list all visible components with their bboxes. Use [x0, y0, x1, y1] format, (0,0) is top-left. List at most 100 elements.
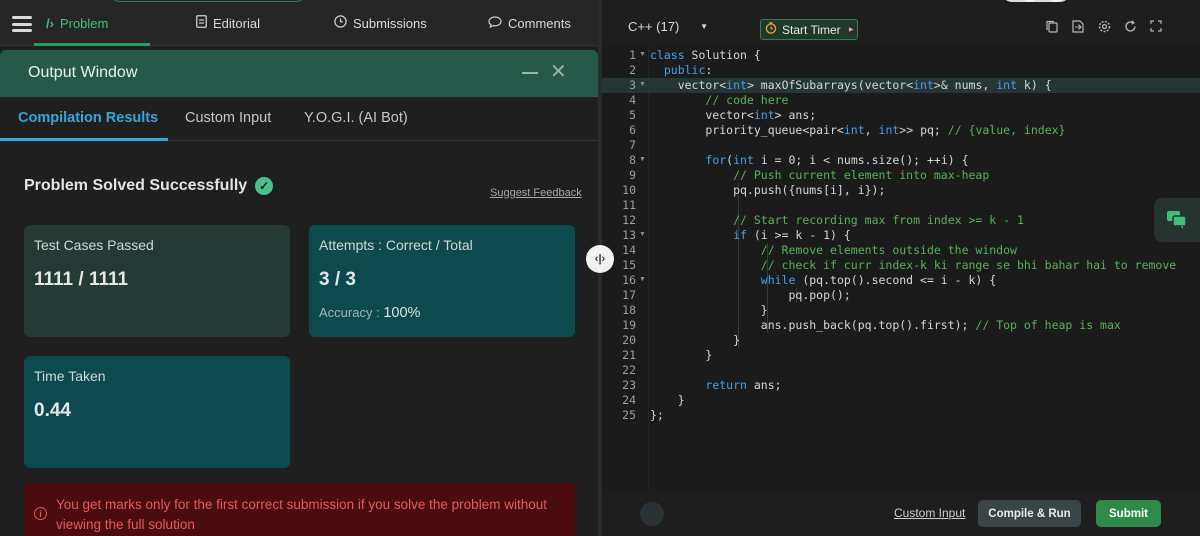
code-line[interactable]: vector<int> maxOfSubarrays(vector<int>& … [650, 78, 1052, 92]
code-token: int [878, 123, 900, 137]
tab-compilation-results[interactable]: Compilation Results [18, 110, 158, 126]
code-token: > maxOfSubarrays(vector< [746, 78, 914, 92]
code-token: : [705, 63, 713, 77]
line-number: 17 [622, 288, 636, 302]
custom-input-link[interactable]: Custom Input [894, 506, 965, 520]
check-circle-icon: ✓ [255, 177, 274, 195]
code-token: if [733, 228, 747, 242]
timer-clock-icon [765, 22, 777, 37]
line-number: 7 [629, 138, 636, 152]
tab-editorial[interactable]: Editorial [196, 0, 260, 46]
speech-bubble-icon [488, 15, 502, 31]
tab-editorial-label: Editorial [213, 15, 260, 31]
code-line[interactable]: if (i >= k - 1) { [650, 228, 851, 242]
code-token: vector< [650, 108, 754, 122]
code-token: // {value, index} [947, 123, 1066, 137]
code-token: k) { [1017, 78, 1052, 92]
line-number: 10 [622, 183, 636, 197]
code-line[interactable]: // code here [650, 93, 788, 107]
suggest-feedback-link[interactable]: Suggest Feedback [490, 187, 582, 199]
code-token: >& nums, [933, 78, 997, 92]
editor-panel: C++ (17) ▼ Start Timer ▶ 1 2 3 4 5 6 7 8… [602, 0, 1200, 536]
start-timer-button[interactable]: Start Timer ▶ [760, 19, 858, 40]
code-token: } [650, 303, 768, 317]
code-token: ans.push_back(pq.top().first); [650, 318, 976, 332]
clock-icon [334, 15, 347, 31]
code-token: int [753, 108, 775, 122]
line-number: 11 [622, 198, 636, 212]
code-token: >> pq; [899, 123, 948, 137]
language-select[interactable]: C++ (17) ▼ [620, 14, 716, 38]
tab-comments-label: Comments [508, 15, 571, 31]
compile-run-button[interactable]: Compile & Run [978, 500, 1081, 527]
code-line[interactable]: } [650, 303, 768, 317]
code-line[interactable]: // Push current element into max-heap [650, 168, 989, 182]
submit-button[interactable]: Submit [1096, 500, 1161, 527]
fold-arrow-icon[interactable]: ▼ [639, 276, 646, 283]
tab-yogi-ai-bot[interactable]: Y.O.G.I. (AI Bot) [304, 110, 408, 126]
code-line[interactable]: public: [650, 63, 712, 77]
line-number: 25 [622, 408, 636, 422]
output-window-title: Output Window [28, 64, 138, 81]
line-number: 13 [622, 228, 636, 242]
code-token: priority_queue<pair< [650, 123, 844, 137]
code-token: int [996, 78, 1017, 92]
code-line[interactable]: // Start recording max from index >= k -… [650, 213, 1024, 227]
line-number: 20 [622, 333, 636, 347]
close-icon[interactable]: ✕ [550, 62, 567, 82]
code-token: , [864, 123, 879, 137]
top-navigation: /› Problem Editorial Submissions Comment… [0, 0, 598, 46]
code-line[interactable]: return ans; [650, 378, 781, 392]
code-line[interactable]: } [650, 348, 712, 362]
info-icon: i [34, 507, 47, 520]
tab-custom-input[interactable]: Custom Input [185, 110, 271, 126]
tab-problem[interactable]: /› Problem [46, 0, 108, 46]
reset-icon[interactable] [1124, 20, 1137, 36]
github-icon[interactable] [640, 502, 664, 526]
code-line[interactable]: priority_queue<pair<int, int>> pq; // {v… [650, 123, 1065, 137]
code-line[interactable]: // check if curr index-k ki range se bhi… [650, 258, 1176, 272]
fullscreen-icon[interactable] [1150, 20, 1162, 35]
editor-footer: Custom Input Compile & Run Submit [602, 490, 1200, 536]
code-token: i = 0; i < nums.size(); ++i) { [753, 153, 969, 167]
test-cases-label: Test Cases Passed [34, 237, 154, 253]
fold-arrow-icon[interactable]: ▼ [639, 81, 646, 88]
warning-text: You get marks only for the first correct… [56, 497, 547, 532]
code-token: int [913, 78, 934, 92]
code-line[interactable]: class Solution { [650, 48, 761, 62]
code-token: int [843, 123, 865, 137]
code-line[interactable]: // Remove elements outside the window [650, 243, 1017, 257]
minimize-icon[interactable] [522, 72, 538, 74]
problem-panel: /› Problem Editorial Submissions Comment… [0, 0, 598, 536]
line-number: 8 [629, 153, 636, 167]
fold-arrow-icon[interactable]: ▼ [639, 231, 646, 238]
code-line[interactable]: vector<int> ans; [650, 108, 816, 122]
code-line[interactable]: pq.push({nums[i], i}); [650, 183, 885, 197]
code-editor[interactable]: 1 2 3 4 5 6 7 8 9 10 11 12 13 14 15 16 1… [602, 46, 1200, 490]
code-line[interactable]: while (pq.top().second <= i - k) { [650, 273, 996, 287]
code-line[interactable]: } [650, 393, 685, 407]
fold-arrow-icon[interactable]: ▼ [639, 156, 646, 163]
code-line[interactable]: } [650, 333, 740, 347]
copy-icon[interactable] [1046, 20, 1058, 36]
import-icon[interactable] [1072, 20, 1084, 36]
splitter-handle-icon[interactable]: ‹|› [586, 245, 614, 273]
test-cases-card: Test Cases Passed 1111 / 1111 [24, 225, 290, 337]
tab-submissions[interactable]: Submissions [334, 0, 427, 46]
settings-icon[interactable] [1098, 20, 1111, 36]
active-subtab-indicator [0, 138, 168, 141]
editor-toolbar: C++ (17) ▼ Start Timer ▶ [602, 0, 1200, 46]
code-line[interactable]: ans.push_back(pq.top().first); // Top of… [650, 318, 1121, 332]
code-line[interactable]: pq.pop(); [650, 288, 850, 302]
fold-arrow-icon[interactable]: ▼ [639, 51, 646, 58]
code-token: while [760, 273, 796, 287]
code-line[interactable]: for(int i = 0; i < nums.size(); ++i) { [650, 153, 969, 167]
chat-bubbles-icon[interactable] [1154, 198, 1200, 242]
code-line[interactable]: }; [650, 408, 664, 422]
tab-comments[interactable]: Comments [488, 0, 571, 46]
hamburger-menu-icon[interactable] [12, 16, 32, 32]
